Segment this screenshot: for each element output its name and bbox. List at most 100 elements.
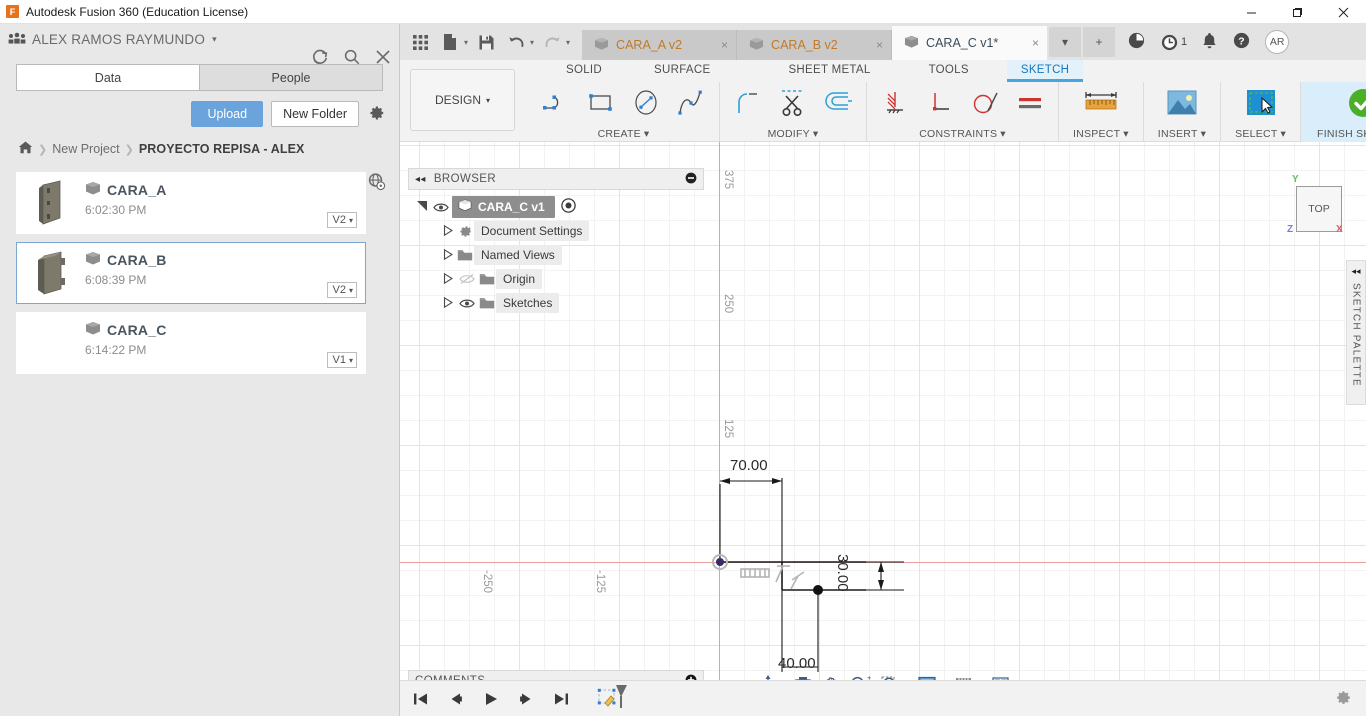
new-document-chevron-down-icon[interactable]: ▾ xyxy=(464,38,468,47)
version-badge[interactable]: V2 ▾ xyxy=(326,212,357,228)
maximize-button[interactable] xyxy=(1274,0,1320,24)
go-to-end-icon[interactable] xyxy=(552,690,570,708)
close-icon[interactable]: × xyxy=(1022,36,1039,50)
view-cube[interactable]: TOP Y X Z xyxy=(1287,174,1344,235)
expander-icon[interactable] xyxy=(440,272,456,286)
trim-scissors-icon[interactable] xyxy=(772,83,814,123)
minimize-button[interactable] xyxy=(1228,0,1274,24)
sketch-circle-icon[interactable] xyxy=(625,83,667,123)
upload-button[interactable]: Upload xyxy=(191,101,264,127)
ribbon-tab-solid[interactable]: SOLID xyxy=(552,60,616,82)
close-icon[interactable]: × xyxy=(866,38,883,52)
list-item[interactable]: CARA_A 6:02:30 PM V2 ▾ xyxy=(16,172,366,234)
globe-icon[interactable] xyxy=(367,172,386,194)
tree-node-document-settings[interactable]: Document Settings xyxy=(408,219,704,243)
collapse-browser-icon[interactable]: ◂◂ xyxy=(415,174,426,185)
browser-minimize-icon[interactable] xyxy=(685,172,697,187)
tab-data[interactable]: Data xyxy=(16,64,200,91)
activate-component-radio[interactable] xyxy=(560,198,576,216)
panel-label-inspect[interactable]: INSPECT ▾ xyxy=(1073,128,1129,142)
tree-node-origin[interactable]: Origin xyxy=(408,267,704,291)
perpendicular-constraint-icon[interactable] xyxy=(919,83,961,123)
document-tab-dropdown[interactable]: ▾ xyxy=(1049,27,1082,57)
fix-constraint-icon[interactable] xyxy=(874,83,916,123)
tree-node-named-views[interactable]: Named Views xyxy=(408,243,704,267)
new-document-icon[interactable] xyxy=(438,30,462,54)
panel-finish-sketch[interactable]: FINISH SKETCH▾ xyxy=(1301,82,1366,142)
expander-icon[interactable] xyxy=(440,296,456,310)
close-icon[interactable]: × xyxy=(711,38,728,52)
document-tab-cara-b[interactable]: CARA_B v2 × xyxy=(737,30,893,60)
app-grid-icon[interactable] xyxy=(408,30,432,54)
save-icon[interactable] xyxy=(474,30,498,54)
step-forward-icon[interactable] xyxy=(517,690,535,708)
breadcrumb-current-folder[interactable]: PROYECTO REPISA - ALEX xyxy=(139,142,305,156)
step-back-icon[interactable] xyxy=(447,690,465,708)
redo-icon[interactable] xyxy=(540,30,564,54)
tab-people[interactable]: People xyxy=(200,64,383,91)
home-icon[interactable] xyxy=(18,141,33,157)
panel-label-modify[interactable]: MODIFY ▾ xyxy=(768,128,819,142)
ribbon-tab-sketch[interactable]: SKETCH xyxy=(1006,60,1084,82)
offset-icon[interactable] xyxy=(817,83,859,123)
finish-sketch-check-icon[interactable] xyxy=(1339,83,1366,123)
panel-label-insert[interactable]: INSERT ▾ xyxy=(1158,128,1206,142)
ribbon-tab-tools[interactable]: TOOLS xyxy=(915,60,983,82)
new-tab-button[interactable]: + xyxy=(1083,27,1116,57)
account-chevron-down-icon[interactable]: ▾ xyxy=(212,34,217,45)
gear-icon[interactable] xyxy=(1333,688,1352,710)
breadcrumb-project[interactable]: New Project xyxy=(52,142,119,156)
ribbon-tab-sheet-metal[interactable]: SHEET METAL xyxy=(774,60,884,82)
dimension-30[interactable]: 30.00 xyxy=(834,554,851,592)
gear-icon[interactable] xyxy=(367,104,385,125)
sketch-arc-icon[interactable] xyxy=(535,83,577,123)
list-item[interactable]: CARA_B 6:08:39 PM V2 ▾ xyxy=(16,242,366,304)
refresh-icon[interactable] xyxy=(311,48,329,66)
ribbon-tab-surface[interactable]: SURFACE xyxy=(640,60,724,82)
sketch-palette-tab[interactable]: ◂◂ SKETCH PALETTE xyxy=(1346,260,1366,405)
document-tab-cara-c[interactable]: CARA_C v1* × xyxy=(892,26,1048,60)
sketch-spline-icon[interactable] xyxy=(670,83,712,123)
panel-label-select[interactable]: SELECT ▾ xyxy=(1235,128,1286,142)
tree-node-sketches[interactable]: Sketches xyxy=(408,291,704,315)
job-status-icon[interactable] xyxy=(1127,31,1146,53)
close-data-panel-icon[interactable] xyxy=(375,49,391,65)
fillet-icon[interactable] xyxy=(727,83,769,123)
redo-chevron-down-icon[interactable]: ▾ xyxy=(566,38,570,47)
visibility-eye-icon[interactable] xyxy=(456,298,478,309)
visibility-eye-icon[interactable] xyxy=(430,202,452,213)
workspace-switcher[interactable]: DESIGN ▾ xyxy=(410,69,515,131)
expander-icon[interactable] xyxy=(414,200,430,214)
undo-icon[interactable] xyxy=(504,30,528,54)
tree-node-root-label[interactable]: CARA_C v1 xyxy=(452,196,555,218)
version-badge[interactable]: V1 ▾ xyxy=(326,352,357,368)
measure-ruler-icon[interactable] xyxy=(1077,83,1125,123)
dimension-70[interactable]: 70.00 xyxy=(730,457,768,474)
list-item[interactable]: CARA_C 6:14:22 PM V1 ▾ xyxy=(16,312,366,374)
history-clock-icon[interactable]: 1 xyxy=(1160,33,1187,52)
sketch-feature-icon[interactable] xyxy=(597,683,631,714)
close-window-button[interactable] xyxy=(1320,0,1366,24)
account-name[interactable]: ALEX RAMOS RAYMUNDO xyxy=(32,32,205,47)
play-icon[interactable] xyxy=(482,690,500,708)
tangent-constraint-icon[interactable] xyxy=(964,83,1006,123)
expander-icon[interactable] xyxy=(440,248,456,262)
equal-constraint-icon[interactable] xyxy=(1009,83,1051,123)
help-icon[interactable]: ? xyxy=(1232,31,1251,53)
panel-label-finish-sketch[interactable]: FINISH SKETCH▾ xyxy=(1317,128,1366,142)
sketch-canvas[interactable]: 375 250 125 -250 -125 ◂◂ BROWSER CARA_C … xyxy=(400,142,1366,716)
expander-icon[interactable] xyxy=(440,224,456,238)
avatar[interactable]: AR xyxy=(1265,30,1290,54)
new-folder-button[interactable]: New Folder xyxy=(271,101,359,127)
dimension-40[interactable]: 40.00 xyxy=(778,655,816,672)
bell-icon[interactable] xyxy=(1201,32,1218,53)
go-to-beginning-icon[interactable] xyxy=(412,690,430,708)
visibility-eye-off-icon[interactable] xyxy=(456,273,478,285)
version-badge[interactable]: V2 ▾ xyxy=(326,282,357,298)
collapse-palette-icon[interactable]: ◂◂ xyxy=(1351,266,1360,277)
insert-image-icon[interactable] xyxy=(1158,83,1206,123)
search-icon[interactable] xyxy=(343,48,361,66)
panel-label-create[interactable]: CREATE ▾ xyxy=(598,128,650,142)
tree-node-cara-c[interactable]: CARA_C v1 xyxy=(408,195,704,219)
document-tab-cara-a[interactable]: CARA_A v2 × xyxy=(582,30,738,60)
